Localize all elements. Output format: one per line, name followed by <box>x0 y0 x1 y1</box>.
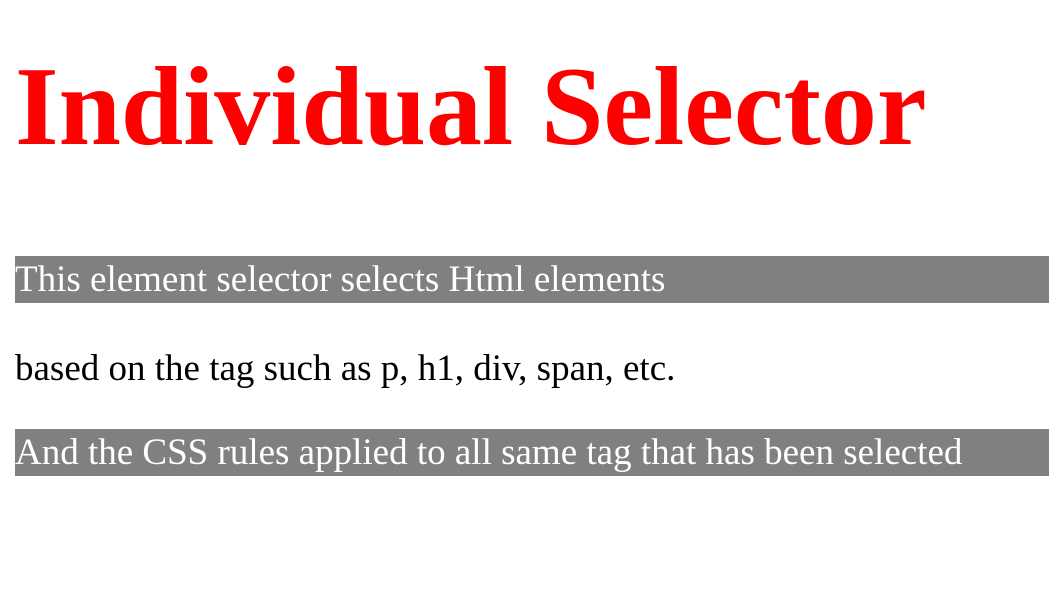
paragraph-plain: based on the tag such as p, h1, div, spa… <box>15 348 676 389</box>
page-heading: Individual Selector <box>15 45 927 169</box>
paragraph-highlighted-2: And the CSS rules applied to all same ta… <box>15 429 1049 476</box>
paragraph-highlighted-1: This element selector selects Html eleme… <box>15 256 1049 303</box>
page: Individual Selector This element selecto… <box>0 0 1060 476</box>
